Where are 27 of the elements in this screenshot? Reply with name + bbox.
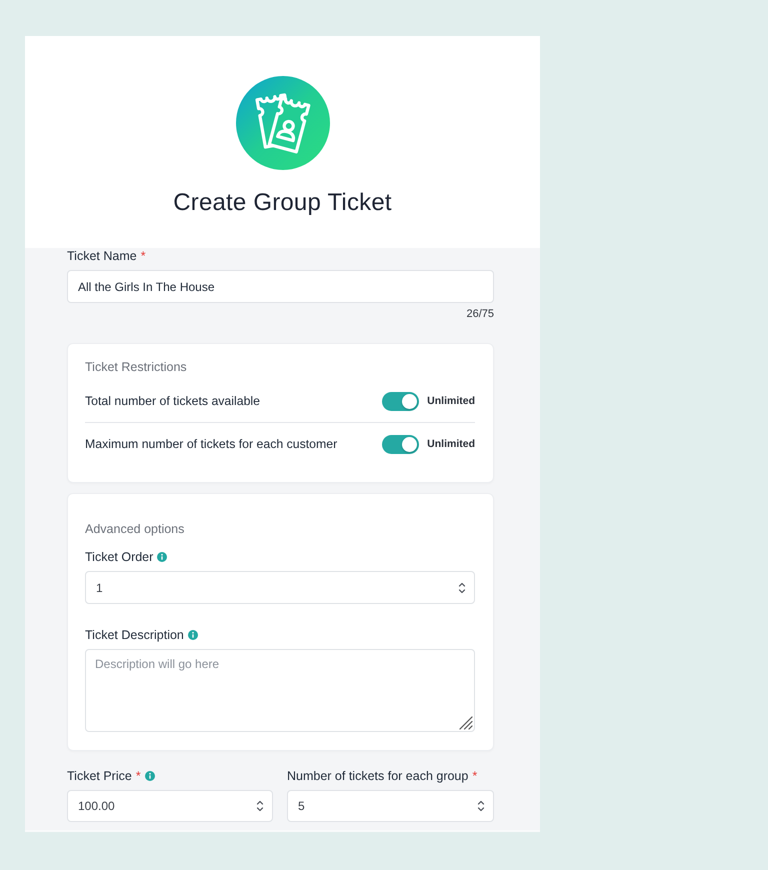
spinner-icon[interactable] [256, 798, 264, 814]
required-mark: * [140, 248, 146, 264]
required-mark: * [136, 768, 141, 784]
text-area[interactable]: Description will go here [85, 649, 475, 732]
field-label: Ticket Description [85, 627, 184, 643]
number-input[interactable]: 100.00 [67, 790, 273, 822]
field-label: Ticket Name [67, 248, 137, 264]
status-label: Unlimited [427, 438, 475, 450]
field-label: Number of tickets for each group [287, 768, 468, 784]
number-input[interactable]: 5 [287, 790, 494, 822]
card-title: Advanced options [85, 521, 186, 537]
spinner-icon[interactable] [477, 798, 485, 814]
toggle-switch[interactable] [382, 434, 420, 454]
option-label: Maximum number of tickets for each customer [85, 437, 338, 451]
toggle-switch[interactable] [382, 392, 420, 410]
field-label: Ticket Price [67, 768, 132, 784]
field-label: Ticket Order [85, 549, 154, 565]
status-label: Unlimited [427, 395, 475, 407]
tickets-icon [236, 76, 330, 170]
character-counter: 26/75 [465, 307, 494, 321]
resize-handle-icon[interactable] [457, 714, 473, 730]
option-label: Total number of tickets available [85, 394, 260, 408]
required-mark: * [472, 768, 478, 784]
text-input[interactable]: All the Girls In The House [67, 270, 494, 303]
number-input[interactable]: 1 [85, 571, 475, 604]
card-title: Ticket Restrictions [85, 359, 188, 375]
page-title: Create Group Ticket [173, 189, 392, 217]
